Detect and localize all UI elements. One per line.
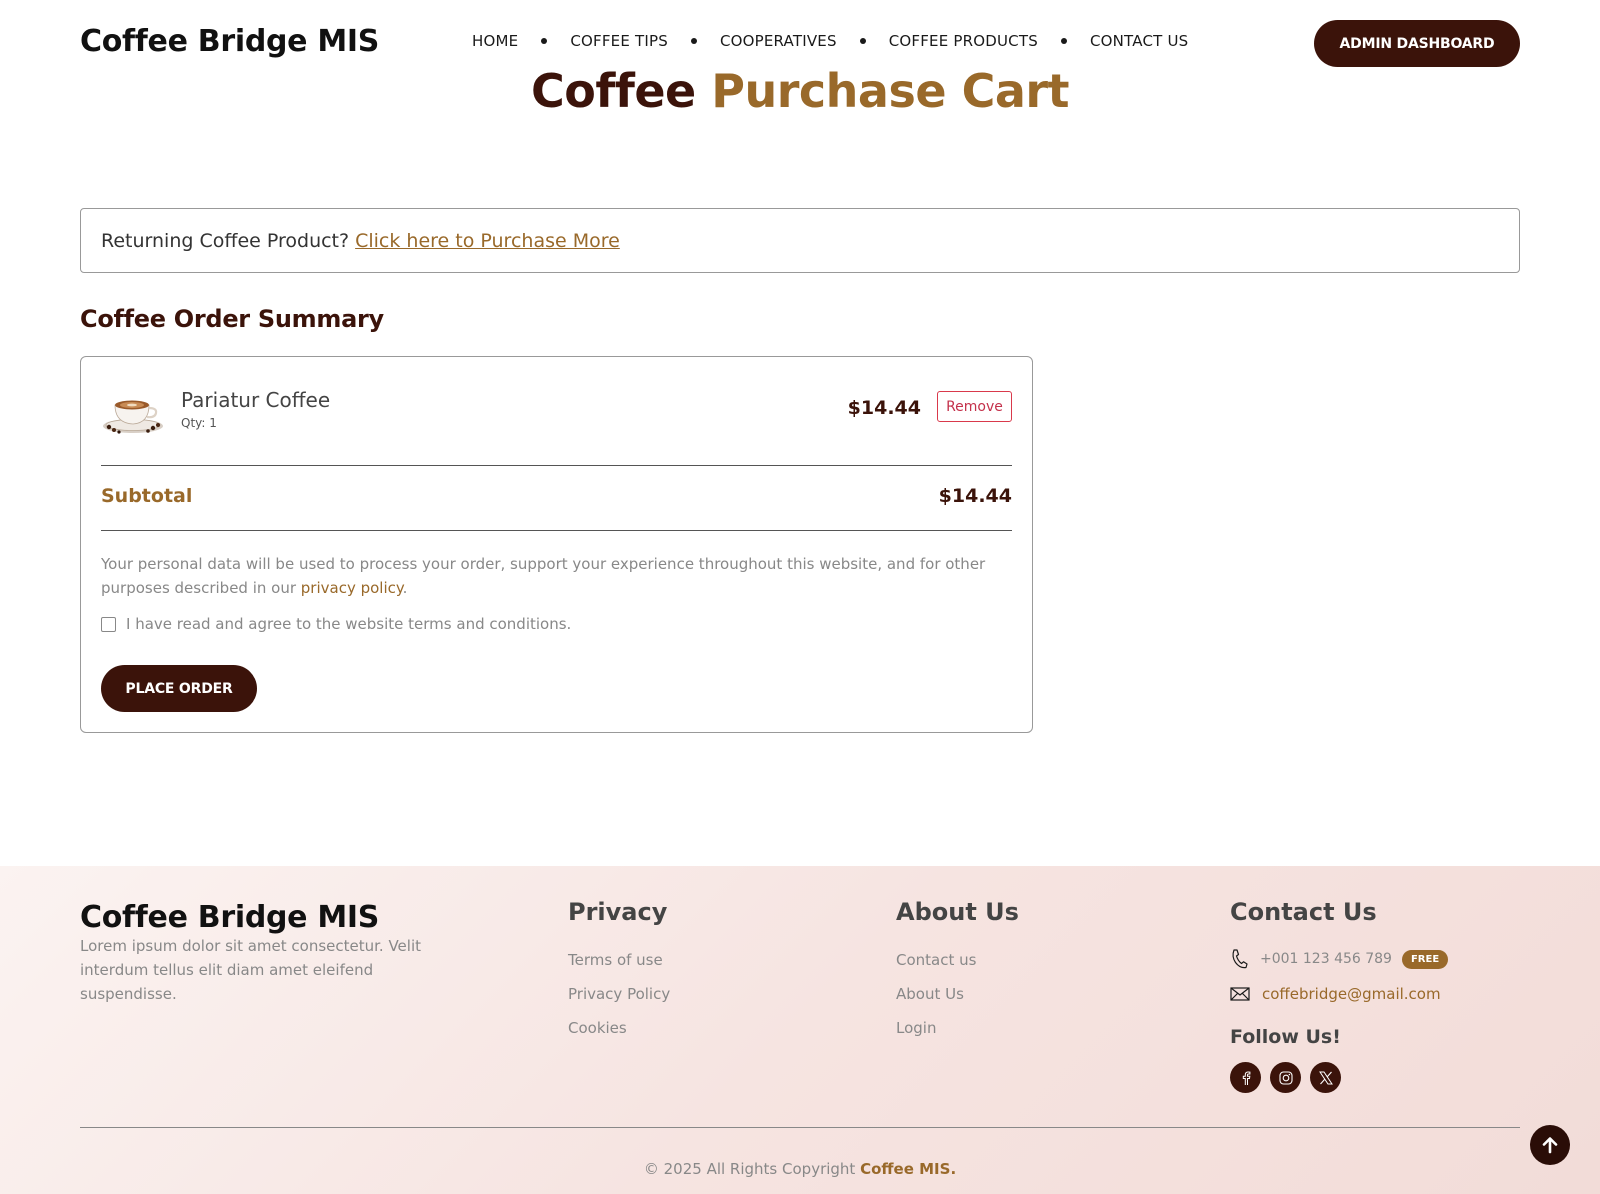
terms-agreement: I have read and agree to the website ter… — [101, 615, 571, 633]
nav-item-coffee-tips[interactable]: COFFEE TIPS — [570, 32, 668, 50]
nav-item-coffee-products[interactable]: COFFEE PRODUCTS — [889, 32, 1038, 50]
divider — [101, 530, 1012, 531]
footer-link-login[interactable]: Login — [896, 1019, 936, 1037]
order-summary-card: Pariatur Coffee Qty: 1 $14.44 Remove Sub… — [80, 356, 1033, 733]
scroll-to-top-button[interactable] — [1530, 1125, 1570, 1165]
facebook-icon[interactable] — [1230, 1062, 1261, 1093]
social-links — [1230, 1062, 1350, 1093]
page-title: Coffee Purchase Cart — [0, 64, 1600, 118]
terms-checkbox-label[interactable]: I have read and agree to the website ter… — [126, 615, 571, 633]
footer-email[interactable]: coffebridge@gmail.com — [1262, 985, 1441, 1003]
privacy-notice-text: Your personal data will be used to proce… — [101, 555, 986, 597]
footer-link-cookies[interactable]: Cookies — [568, 1019, 627, 1037]
footer-divider — [80, 1127, 1520, 1128]
footer-about-title: About Us — [896, 898, 1019, 926]
divider — [101, 465, 1012, 466]
copyright-brand: Coffee MIS. — [860, 1160, 957, 1178]
footer-phone[interactable]: +001 123 456 789 — [1260, 951, 1392, 967]
page-title-part2: Purchase Cart — [711, 64, 1070, 118]
x-twitter-icon[interactable] — [1310, 1062, 1341, 1093]
copyright-text: © 2025 All Rights Copyright — [643, 1160, 856, 1178]
cart-item-name: Pariatur Coffee — [181, 388, 331, 412]
subtotal-label: Subtotal — [101, 485, 193, 507]
mail-icon — [1230, 987, 1250, 1001]
terms-checkbox[interactable] — [101, 616, 116, 632]
privacy-notice-end: . — [402, 579, 408, 597]
purchase-more-link[interactable]: Click here to Purchase More — [355, 230, 620, 252]
footer-privacy-title: Privacy — [568, 898, 668, 926]
nav-separator-dot — [690, 38, 697, 44]
cart-item-price: $14.44 — [847, 397, 921, 419]
notice-text: Returning Coffee Product? — [101, 229, 350, 252]
privacy-notice: Your personal data will be used to proce… — [101, 552, 1012, 600]
nav-item-cooperatives[interactable]: COOPERATIVES — [720, 32, 837, 50]
nav-item-home[interactable]: HOME — [472, 32, 518, 50]
phone-icon — [1232, 949, 1248, 969]
nav-separator-dot — [859, 38, 866, 44]
order-summary-heading: Coffee Order Summary — [80, 305, 384, 333]
instagram-icon[interactable] — [1270, 1062, 1301, 1093]
footer-description: Lorem ipsum dolor sit amet consectetur. … — [80, 937, 421, 1003]
place-order-button[interactable]: PLACE ORDER — [101, 665, 257, 712]
footer-link-about-us[interactable]: About Us — [896, 985, 964, 1003]
footer-contact-title: Contact Us — [1230, 898, 1377, 926]
site-brand[interactable]: Coffee Bridge MIS — [80, 24, 379, 59]
main-nav: HOME COFFEE TIPS COOPERATIVES COFFEE PRO… — [472, 32, 1188, 50]
nav-separator-dot — [1060, 38, 1067, 44]
cart-item: Pariatur Coffee Qty: 1 $14.44 Remove — [101, 385, 1012, 445]
footer-link-contact-us[interactable]: Contact us — [896, 951, 976, 969]
subtotal-value: $14.44 — [938, 485, 1012, 507]
nav-item-contact-us[interactable]: CONTACT US — [1090, 32, 1188, 50]
returning-product-notice: Returning Coffee Product? Click here to … — [80, 208, 1520, 273]
free-badge: FREE — [1401, 949, 1449, 969]
footer-brand: Coffee Bridge MIS — [80, 900, 380, 935]
remove-item-button[interactable]: Remove — [937, 391, 1012, 422]
copyright: © 2025 All Rights Copyright Coffee MIS. — [0, 1160, 1600, 1178]
footer-phone-row: +001 123 456 789 FREE — [1230, 948, 1449, 970]
footer-email-row: coffebridge@gmail.com — [1230, 985, 1441, 1003]
footer-link-terms[interactable]: Terms of use — [568, 951, 663, 969]
follow-us-heading: Follow Us! — [1230, 1026, 1341, 1048]
site-footer: Coffee Bridge MIS Lorem ipsum dolor sit … — [0, 866, 1600, 1194]
arrow-up-icon — [1542, 1137, 1558, 1154]
admin-dashboard-button[interactable]: ADMIN DASHBOARD — [1314, 20, 1520, 67]
page-title-part1: Coffee — [530, 64, 696, 118]
privacy-policy-link[interactable]: privacy policy — [301, 579, 403, 597]
coffee-cup-image — [103, 400, 163, 434]
footer-link-privacy-policy[interactable]: Privacy Policy — [568, 985, 670, 1003]
cart-item-qty: Qty: 1 — [181, 416, 217, 430]
nav-separator-dot — [541, 38, 548, 44]
